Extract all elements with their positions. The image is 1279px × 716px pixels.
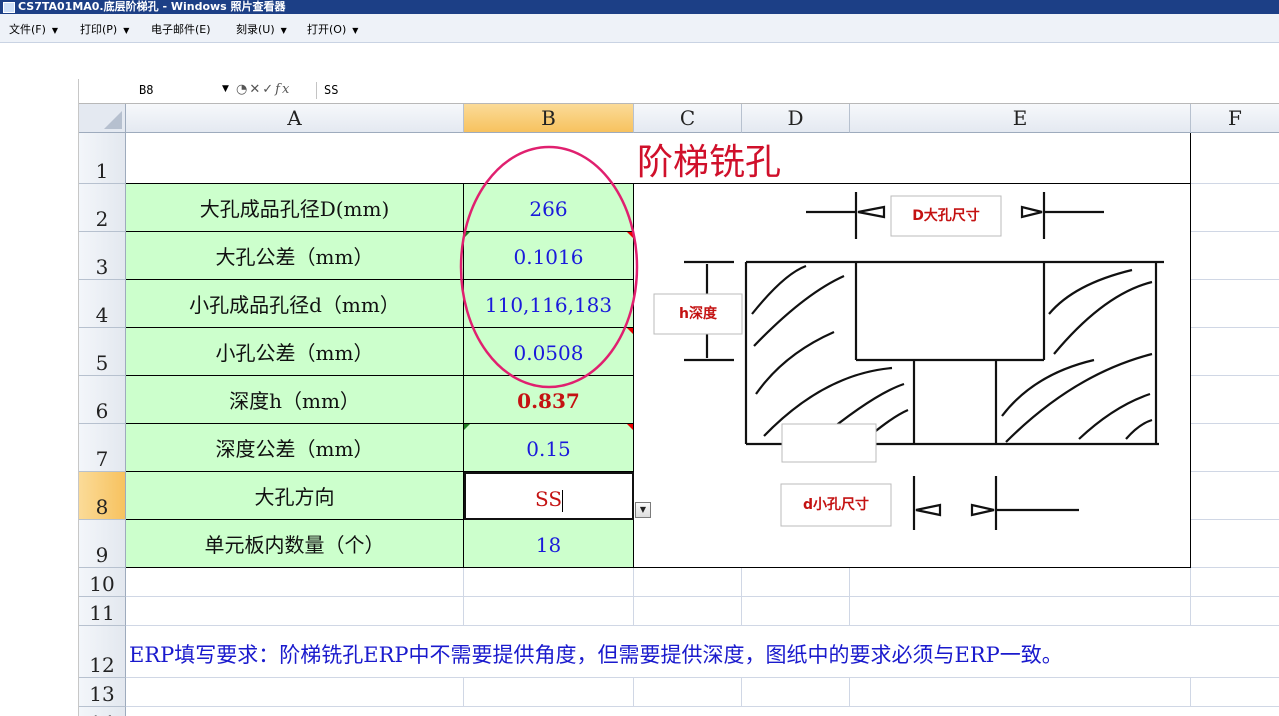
grid-cell[interactable]: [850, 597, 1191, 626]
grid-cell[interactable]: [1191, 568, 1279, 597]
divider: [316, 82, 317, 99]
erp-note: ERP填写要求：阶梯铣孔ERP中不需要提供角度，但需要提供深度，图纸中的要求必须…: [129, 643, 1063, 667]
row-header-4[interactable]: 4: [79, 280, 126, 328]
row-header-2[interactable]: 2: [79, 184, 126, 232]
param-label[interactable]: 大孔方向: [126, 472, 464, 520]
col-header-b[interactable]: B: [464, 104, 634, 133]
step-hole-diagram: [653, 192, 1164, 562]
grid-cell[interactable]: [1191, 597, 1279, 626]
row-header-11[interactable]: 11: [79, 597, 126, 626]
param-label[interactable]: 大孔成品孔径D(mm): [126, 184, 464, 232]
highlight-ellipse: [459, 145, 639, 389]
active-cell-b8[interactable]: SS: [464, 472, 634, 520]
chevron-down-icon: ▼: [123, 26, 130, 35]
row-header-10[interactable]: 10: [79, 568, 126, 597]
row-header-9[interactable]: 9: [79, 520, 126, 568]
row-header-14[interactable]: 14: [79, 707, 126, 716]
row-header-7[interactable]: 7: [79, 424, 126, 472]
formula-content[interactable]: SS: [324, 83, 338, 97]
chevron-down-icon[interactable]: ▼: [222, 84, 229, 94]
grid-cell[interactable]: [1191, 232, 1279, 280]
param-label[interactable]: 深度公差（mm）: [126, 424, 464, 472]
grid-cell[interactable]: [742, 568, 850, 597]
grid-cell[interactable]: [1191, 678, 1279, 707]
big-hole-label: D大孔尺寸: [912, 208, 980, 224]
row-header-1[interactable]: 1: [79, 133, 126, 184]
grid-cell[interactable]: [126, 597, 464, 626]
spreadsheet-image: B8 ▼ ◔✕✓fx SS A B C D E F 1 2 3 4 5 6 7 …: [78, 79, 1279, 716]
param-value[interactable]: 0.15: [464, 424, 634, 472]
col-header-f[interactable]: F: [1191, 104, 1279, 133]
grid-cell[interactable]: [634, 678, 742, 707]
grid-cell[interactable]: [464, 568, 634, 597]
param-label[interactable]: 深度h（mm）: [126, 376, 464, 424]
photo-viewer-icon: [3, 2, 15, 13]
formula-bar: B8 ▼ ◔✕✓fx SS: [79, 79, 1279, 104]
col-header-a[interactable]: A: [126, 104, 464, 133]
menu-email[interactable]: 电子邮件(E): [151, 21, 211, 37]
grid-cell[interactable]: [742, 678, 850, 707]
chevron-down-icon: ▼: [352, 26, 359, 35]
col-header-d[interactable]: D: [742, 104, 850, 133]
formula-icons: ◔✕✓fx: [236, 82, 291, 97]
col-header-e[interactable]: E: [850, 104, 1191, 133]
row-header-5[interactable]: 5: [79, 328, 126, 376]
col-header-c[interactable]: C: [634, 104, 742, 133]
row-header-6[interactable]: 6: [79, 376, 126, 424]
chevron-down-icon: ▼: [51, 26, 59, 35]
fx-icon[interactable]: fx: [275, 82, 291, 97]
grid-cell[interactable]: [850, 568, 1191, 597]
small-hole-label: d小孔尺寸: [802, 497, 870, 513]
grid-cell[interactable]: [126, 678, 464, 707]
menu-burn[interactable]: 刻录(U) ▼: [236, 21, 287, 37]
param-label[interactable]: 小孔成品孔径d（mm）: [126, 280, 464, 328]
step-box: [781, 423, 877, 463]
window-title: CS7TA01MA0.底层阶梯孔 - Windows 照片查看器: [18, 0, 286, 13]
grid-cell[interactable]: [464, 678, 634, 707]
grid-cell[interactable]: [1191, 328, 1279, 376]
grid-cell[interactable]: [1191, 520, 1279, 568]
menu-file[interactable]: 文件(F) ▼: [9, 21, 58, 37]
grid-cell[interactable]: [850, 678, 1191, 707]
zoom-icon: ◔: [236, 82, 250, 97]
grid-cell[interactable]: [126, 568, 464, 597]
menu-open[interactable]: 打开(O) ▼: [307, 21, 358, 37]
grid-cell[interactable]: [1191, 133, 1279, 184]
row-header-3[interactable]: 3: [79, 232, 126, 280]
chevron-down-icon: ▼: [280, 26, 287, 35]
grid-cell[interactable]: [1191, 184, 1279, 232]
name-box[interactable]: B8: [139, 83, 153, 97]
grid-cell[interactable]: [464, 597, 634, 626]
row-header-13[interactable]: 13: [79, 678, 126, 707]
text-cursor: [562, 489, 564, 512]
grid-cell[interactable]: [1191, 424, 1279, 472]
param-label[interactable]: 单元板内数量（个）: [126, 520, 464, 568]
param-label[interactable]: 小孔公差（mm）: [126, 328, 464, 376]
depth-label: h深度: [679, 306, 717, 322]
row-header-12[interactable]: 12: [79, 626, 126, 678]
row-header-8[interactable]: 8: [79, 472, 126, 520]
window-title-bar: CS7TA01MA0.底层阶梯孔 - Windows 照片查看器: [0, 0, 1279, 14]
menu-bar: 文件(F) ▼ 打印(P) ▼ 电子邮件(E) 刻录(U) ▼ 打开(O) ▼: [0, 14, 1279, 43]
grid-cell[interactable]: [742, 597, 850, 626]
grid-cell[interactable]: [634, 597, 742, 626]
grid-cell[interactable]: [1191, 376, 1279, 424]
menu-print[interactable]: 打印(P) ▼: [80, 21, 129, 37]
param-value: SS: [534, 487, 563, 511]
check-icon[interactable]: ✓: [262, 82, 275, 97]
grid-cell[interactable]: [634, 568, 742, 597]
grid-cell[interactable]: [1191, 280, 1279, 328]
param-label[interactable]: 大孔公差（mm）: [126, 232, 464, 280]
param-value[interactable]: 18: [464, 520, 634, 568]
select-all-corner[interactable]: [79, 104, 126, 133]
grid-cell[interactable]: [1191, 472, 1279, 520]
cancel-icon[interactable]: ✕: [249, 82, 262, 97]
